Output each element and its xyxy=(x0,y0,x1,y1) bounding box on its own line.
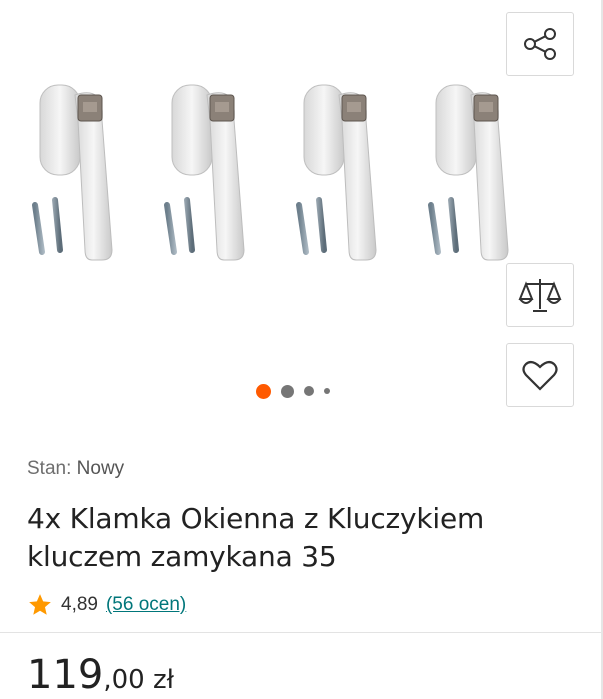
product-gallery[interactable] xyxy=(0,0,603,420)
price: 119,00 zł xyxy=(27,652,174,698)
product-title-line2: kluczem zamykana 35 xyxy=(27,540,337,573)
gallery-pagination[interactable] xyxy=(256,383,330,399)
favorite-button[interactable] xyxy=(506,343,574,407)
condition-value: Nowy xyxy=(76,458,125,479)
reviews-link[interactable]: (56 ocen) xyxy=(106,594,186,616)
condition-label: Stan: xyxy=(27,458,72,479)
condition: Stan: Nowy xyxy=(27,458,124,480)
star-icon xyxy=(29,594,51,615)
share-button[interactable] xyxy=(506,12,574,76)
scales-icon xyxy=(518,279,562,312)
price-fraction: ,00 zł xyxy=(103,665,175,695)
product-title: 4x Klamka Okienna z Kluczykiem kluczem z… xyxy=(27,500,587,576)
rating: 4,89 (56 ocen) xyxy=(27,592,186,618)
rating-value: 4,89 xyxy=(61,594,98,615)
product-image[interactable] xyxy=(20,60,580,310)
compare-button[interactable] xyxy=(506,263,574,327)
gallery-dot[interactable] xyxy=(281,384,294,398)
gallery-dot[interactable] xyxy=(304,386,314,396)
gallery-dot-active[interactable] xyxy=(256,383,271,399)
gallery-dot[interactable] xyxy=(324,388,330,394)
divider xyxy=(0,632,603,633)
share-icon xyxy=(524,28,556,60)
product-title-line1: 4x Klamka Okienna z Kluczykiem xyxy=(27,502,485,535)
heart-icon xyxy=(522,360,558,391)
price-whole: 119 xyxy=(27,652,104,698)
